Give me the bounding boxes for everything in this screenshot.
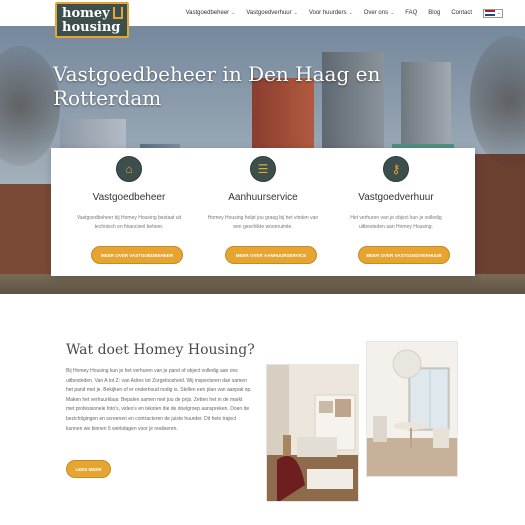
meer-over-vastgoedverhuur-button[interactable]: MEER OVER VASTGOEDVERHUUR — [358, 246, 450, 264]
nav-item-faq[interactable]: FAQ — [405, 10, 417, 16]
nav-label: Contact — [451, 10, 472, 16]
interior-photo-living-room — [266, 364, 359, 502]
nav-item-vastgoedverhuur[interactable]: Vastgoedverhuur ⌄ — [246, 10, 297, 16]
meer-over-vastgoedbeheer-button[interactable]: MEER OVER VASTGOEDBEHEER — [91, 246, 183, 264]
nav-item-voor-huurders[interactable]: Voor huurders ⌄ — [309, 10, 353, 16]
chevron-down-icon: ⌄ — [231, 10, 236, 16]
nav-label: FAQ — [405, 10, 418, 16]
house-icon: ⌂ — [116, 156, 142, 182]
service-title: Vastgoedbeheer — [92, 192, 166, 203]
nav-label: Voor huurders — [308, 10, 347, 16]
hero-title: Vastgoedbeheer in Den Haag en Rotterdam — [53, 62, 381, 110]
nav-item-contact[interactable]: Contact — [451, 10, 472, 16]
chevron-down-icon: ⌄ — [496, 10, 501, 16]
top-navigation: homey housing Vastgoedbeheer ⌄ Vastgoedve… — [0, 0, 525, 38]
homey-housing-logo[interactable]: homey housing — [55, 2, 129, 38]
key-icon: ⚷ — [383, 156, 409, 182]
dutch-flag-icon — [485, 10, 495, 16]
service-vastgoedverhuur: ⚷ Vastgoedverhuur Het verhuren van je ob… — [326, 148, 466, 276]
logo-house-icon — [113, 7, 123, 19]
about-text: Bij Homey Housing kun je het verhuren va… — [66, 368, 252, 432]
list-icon: ☰ — [250, 156, 276, 182]
meer-over-aanhuurservice-button[interactable]: MEER OVER AANHUURSERVICE — [225, 246, 317, 264]
chevron-down-icon: ⌄ — [348, 10, 353, 16]
nav-menu: Vastgoedbeheer ⌄ Vastgoedverhuur ⌄ Voor hu… — [175, 0, 503, 26]
nav-label: Blog — [428, 10, 441, 16]
nav-item-blog[interactable]: Blog — [428, 10, 440, 16]
service-description: Homey Housing helpt jou graag bij het vi… — [207, 215, 319, 230]
logo-line-2: housing — [62, 20, 121, 35]
canal-water — [0, 274, 525, 294]
service-aanhuurservice: ☰ Aanhuurservice Homey Housing helpt jou… — [193, 148, 333, 276]
logo-line-1: homey — [62, 6, 110, 21]
building — [470, 154, 525, 294]
nav-label: Vastgoedbeheer — [185, 10, 230, 16]
nav-item-over-ons[interactable]: Over ons ⌄ — [364, 10, 395, 16]
lees-meer-button[interactable]: LEES MEER — [66, 460, 111, 478]
service-title: Aanhuurservice — [228, 192, 298, 203]
nav-label: Vastgoedverhuur — [246, 10, 292, 16]
chevron-down-icon: ⌄ — [390, 10, 395, 16]
interior-photo-dining-room — [366, 341, 458, 477]
service-title: Vastgoedverhuur — [358, 192, 434, 203]
nav-label: Over ons — [363, 10, 389, 16]
living-room-illustration — [267, 365, 358, 501]
chevron-down-icon: ⌄ — [293, 10, 298, 16]
language-selector[interactable]: ⌄ — [483, 8, 503, 18]
service-description: Het verhuren van je object kun je volled… — [350, 215, 442, 230]
dining-room-illustration — [367, 342, 457, 476]
nav-item-vastgoedbeheer[interactable]: Vastgoedbeheer ⌄ — [186, 10, 236, 16]
about-title: Wat doet Homey Housing? — [66, 342, 255, 358]
services-card: ⌂ Vastgoedbeheer Vastgoedbeheer bij Home… — [51, 148, 475, 276]
service-vastgoedbeheer: ⌂ Vastgoedbeheer Vastgoedbeheer bij Home… — [59, 148, 199, 276]
service-description: Vastgoedbeheer bij Homey Housing bestaat… — [76, 215, 182, 230]
